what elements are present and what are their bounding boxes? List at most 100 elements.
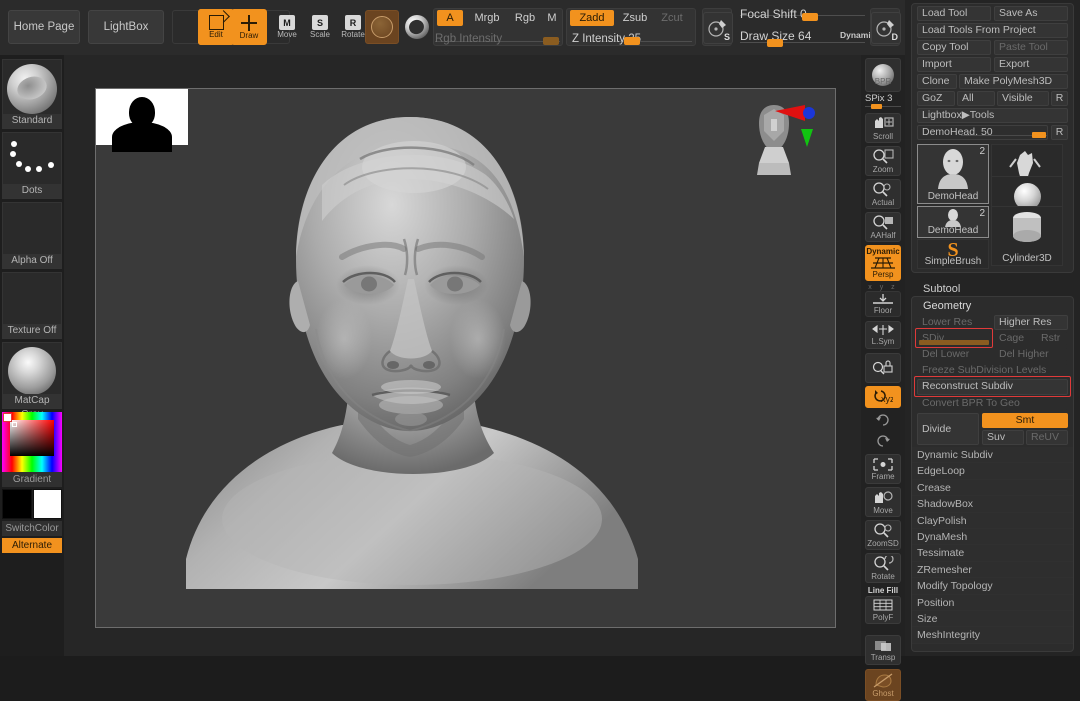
load-tool-button[interactable]: Load Tool: [917, 6, 991, 21]
focal-shift-slider[interactable]: Focal Shift 0: [740, 7, 865, 22]
xyz-button[interactable]: xyz: [865, 386, 901, 408]
spix-slider[interactable]: SPix 3: [865, 93, 901, 109]
primary-color-swatch[interactable]: [2, 489, 32, 519]
scale-button[interactable]: S Scale: [305, 10, 335, 44]
transp-button[interactable]: Transp: [865, 635, 901, 665]
geo-item-shadowbox[interactable]: ShadowBox: [912, 496, 1073, 513]
spix-knob[interactable]: [871, 104, 882, 109]
tag-zadd[interactable]: Zadd: [570, 10, 614, 26]
rgb-intensity-slider[interactable]: Rgb Intensity: [435, 33, 560, 48]
divide-button[interactable]: Divide: [917, 413, 979, 445]
z-intensity-slider[interactable]: Z Intensity 25: [572, 33, 692, 48]
visible-button[interactable]: Visible: [997, 91, 1049, 106]
zoom3d-button[interactable]: ZoomSD: [865, 520, 901, 550]
tag-zcut[interactable]: Zcut: [656, 10, 688, 26]
del-lower-button[interactable]: Del Lower: [917, 347, 991, 362]
tag-rgb[interactable]: Rgb: [511, 10, 539, 26]
suv-button[interactable]: Suv: [982, 430, 1024, 445]
paste-tool-button[interactable]: Paste Tool: [994, 40, 1068, 55]
goz-button[interactable]: GoZ: [917, 91, 955, 106]
switch-color-button[interactable]: SwitchColor: [2, 521, 62, 536]
frame-button[interactable]: Frame: [865, 454, 901, 484]
alternate-button[interactable]: Alternate: [2, 538, 62, 553]
rgb-intensity-knob[interactable]: [543, 37, 559, 45]
higher-res-button[interactable]: Higher Res: [994, 315, 1068, 330]
save-as-button[interactable]: Save As: [994, 6, 1068, 21]
stamp-s-button[interactable]: S: [703, 12, 733, 44]
draw-button[interactable]: Draw: [231, 9, 267, 45]
z-intensity-knob[interactable]: [624, 37, 640, 45]
zoom-button[interactable]: Zoom: [865, 146, 901, 176]
tag-a[interactable]: A: [437, 10, 463, 26]
brush-preview-button[interactable]: [402, 10, 432, 44]
reuv-button[interactable]: ReUV: [1026, 430, 1068, 445]
menu-lightbox[interactable]: LightBox: [88, 10, 164, 44]
persp-button[interactable]: Dynamic Persp: [865, 245, 901, 281]
floor-button[interactable]: Floor: [865, 291, 901, 317]
geo-item-modify-topology[interactable]: Modify Topology: [912, 578, 1073, 595]
geo-item-claypolish[interactable]: ClayPolish: [912, 512, 1073, 529]
texture-selector[interactable]: Texture Off: [2, 272, 62, 339]
rotate-button[interactable]: R Rotate: [338, 10, 368, 44]
brush-selector[interactable]: Standard: [2, 59, 62, 129]
make-polymesh3d-button[interactable]: Make PolyMesh3D: [959, 74, 1068, 89]
rotate-y-button[interactable]: [865, 410, 901, 430]
subtool-section-label[interactable]: Subtool: [923, 283, 960, 295]
aahalf-button[interactable]: AAHalf: [865, 212, 901, 242]
menu-home-page[interactable]: Home Page: [8, 10, 80, 44]
del-higher-button[interactable]: Del Higher: [994, 347, 1068, 362]
canvas-area[interactable]: [64, 55, 905, 656]
move-button[interactable]: M Move: [272, 10, 302, 44]
material-preview-button[interactable]: [365, 10, 399, 44]
geometry-section-label[interactable]: Geometry: [923, 300, 971, 312]
tag-zsub[interactable]: Zsub: [618, 10, 652, 26]
alpha-selector[interactable]: Alpha Off: [2, 202, 62, 269]
lsym-button[interactable]: L.Sym: [865, 321, 901, 349]
rotate-z-button[interactable]: [865, 431, 901, 451]
actual-button[interactable]: Actual: [865, 179, 901, 209]
tool-cell-demohead-1[interactable]: 2 DemoHead: [917, 144, 989, 204]
all-button[interactable]: All: [957, 91, 995, 106]
geo-item-dynamic-subdiv[interactable]: Dynamic Subdiv: [912, 447, 1073, 464]
document-canvas[interactable]: [95, 88, 836, 628]
geo-item-edgeloop[interactable]: EdgeLoop: [912, 463, 1073, 480]
tool-cell-simplebrush[interactable]: S SimpleBrush: [917, 239, 989, 269]
geo-item-crease[interactable]: Crease: [912, 479, 1073, 497]
export-button[interactable]: Export: [994, 57, 1068, 72]
move-view-button[interactable]: Move: [865, 487, 901, 517]
import-button[interactable]: Import: [917, 57, 991, 72]
rstr-button[interactable]: Rstr: [1036, 331, 1068, 346]
gradient-label[interactable]: Gradient: [2, 472, 62, 487]
geo-item-position[interactable]: Position: [912, 594, 1073, 611]
geo-item-zremesher[interactable]: ZRemesher: [912, 561, 1073, 579]
lightbox-tools-button[interactable]: Lightbox▶Tools: [917, 108, 1068, 123]
focal-shift-knob[interactable]: [802, 13, 818, 21]
stamp-d-button[interactable]: D: [871, 12, 901, 44]
cage-button[interactable]: Cage: [994, 331, 1034, 346]
polyf-button[interactable]: PolyF: [865, 596, 901, 624]
stroke-selector[interactable]: Dots: [2, 132, 62, 199]
color-picker[interactable]: [2, 412, 62, 472]
tool-cell-demohead-2[interactable]: 2 DemoHead: [917, 206, 989, 238]
tag-m[interactable]: M: [543, 10, 561, 26]
material-selector[interactable]: MatCap Gray: [2, 342, 62, 420]
scroll-button[interactable]: Scroll: [865, 113, 901, 143]
geo-item-size[interactable]: Size: [912, 611, 1073, 628]
line-fill-label[interactable]: Line Fill: [865, 586, 901, 596]
tool-cell-cylinder3d[interactable]: Cylinder3D: [991, 206, 1063, 266]
draw-size-knob[interactable]: [767, 39, 783, 47]
tag-mrgb[interactable]: Mrgb: [468, 10, 506, 26]
geo-item-meshintegrity[interactable]: MeshIntegrity: [912, 627, 1073, 644]
secondary-color-swatch[interactable]: [33, 489, 62, 519]
smt-button[interactable]: Smt: [982, 413, 1068, 428]
demohead-slider-knob[interactable]: [1032, 132, 1046, 138]
clone-button[interactable]: Clone: [917, 74, 957, 89]
orientation-gizmo[interactable]: [747, 101, 817, 191]
geo-item-dynamesh[interactable]: DynaMesh: [912, 529, 1073, 546]
geo-item-tessimate[interactable]: Tessimate: [912, 545, 1073, 562]
demohead-r-button[interactable]: R: [1051, 125, 1068, 140]
head-sculpt[interactable]: [146, 89, 766, 628]
demohead-slider[interactable]: DemoHead. 50: [917, 125, 1048, 140]
lock-button[interactable]: [865, 353, 901, 383]
convert-bpr-to-geo-button[interactable]: Convert BPR To Geo: [917, 396, 1068, 411]
